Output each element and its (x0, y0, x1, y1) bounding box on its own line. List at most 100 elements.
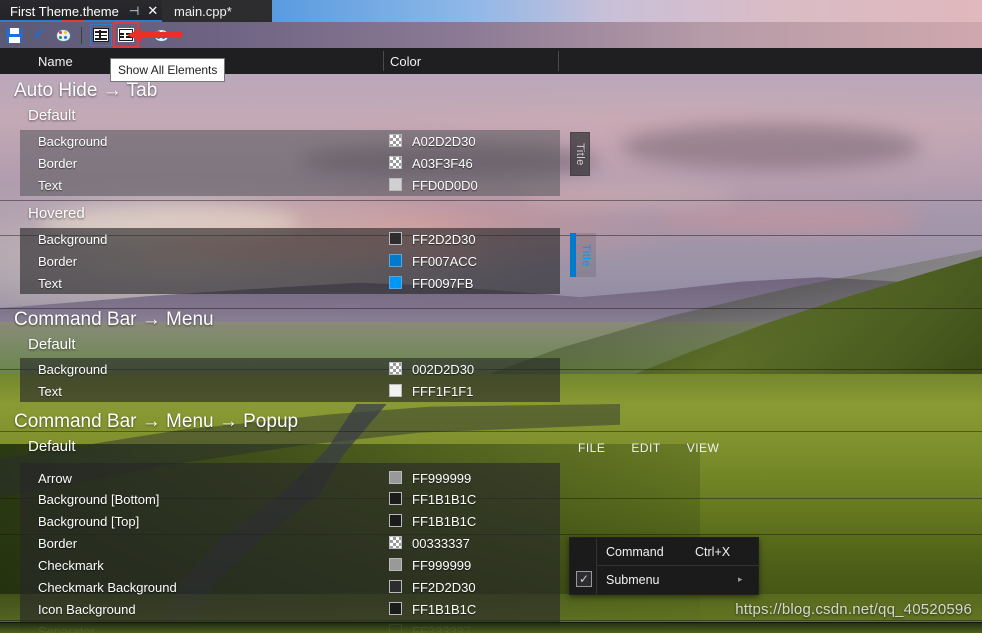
preview-popup-menu: Command Ctrl+X ✓ Submenu ▸ (569, 537, 760, 595)
preview-tab-label: Title (580, 243, 592, 267)
popup-item-label: Command (606, 544, 664, 559)
group-header[interactable]: Default (0, 333, 982, 355)
table-row[interactable]: Text FFF1F1F1 (0, 380, 982, 402)
color-swatch[interactable] (389, 471, 402, 484)
color-swatch[interactable] (389, 134, 402, 147)
group-header[interactable]: Hovered (0, 202, 982, 224)
column-header-name[interactable]: Name (38, 48, 73, 74)
table-row[interactable]: Border 00333337 (0, 532, 982, 554)
element-name: Background [Bottom] (38, 491, 160, 507)
section-header[interactable]: Command Bar → Menu (0, 307, 982, 333)
color-value: FF1B1B1C (412, 513, 477, 529)
popup-item-label: Submenu (606, 572, 660, 587)
grid-view-icon (118, 28, 134, 42)
preview-command-bar-menu: FILE EDIT VIEW (578, 438, 719, 458)
tab-label: First Theme.theme (10, 3, 119, 19)
element-name: Icon Background (38, 601, 136, 617)
secondary-palette-button[interactable] (151, 24, 173, 46)
toolbar-separator (81, 26, 82, 44)
menu-item-edit[interactable]: EDIT (631, 441, 660, 455)
menu-item-file[interactable]: FILE (578, 441, 605, 455)
theme-elements-list: Auto Hide → Tab Default Background A02D2… (0, 74, 982, 633)
element-name: Text (38, 275, 62, 291)
tab-main-cpp[interactable]: main.cpp* (162, 0, 272, 22)
table-row[interactable]: Border FF007ACC (0, 250, 982, 272)
element-name: Background (38, 133, 108, 149)
column-divider[interactable] (558, 51, 559, 71)
window-bottom-edge (0, 622, 982, 633)
checkmark-icon[interactable]: ✓ (576, 571, 592, 587)
preview-tab-accent-bar (570, 233, 576, 277)
table-row[interactable]: Background 002D2D30 (0, 358, 982, 380)
color-swatch[interactable] (389, 178, 402, 191)
element-name: Border (38, 155, 78, 171)
color-value: FF007ACC (412, 253, 478, 269)
color-swatch[interactable] (389, 254, 402, 267)
element-name: Background (38, 231, 108, 247)
save-button[interactable] (3, 24, 25, 46)
preview-autohide-tab-hovered: Title (570, 233, 596, 277)
color-swatch[interactable] (389, 362, 402, 375)
theme-editor-window: First Theme.theme ⊣ ✕ main.cpp* ✓ Name C… (0, 0, 982, 633)
show-list-button[interactable] (90, 24, 112, 46)
color-value: FFF1F1F1 (412, 383, 474, 399)
popup-menu-item-command[interactable]: Command Ctrl+X (570, 538, 760, 565)
color-value: A03F3F46 (412, 155, 473, 171)
color-value: FF1B1B1C (412, 491, 477, 507)
element-name: Text (38, 383, 62, 399)
table-row[interactable]: Background FF2D2D30 (0, 228, 982, 250)
color-swatch[interactable] (389, 384, 402, 397)
color-swatch[interactable] (389, 514, 402, 527)
column-divider[interactable] (383, 51, 384, 71)
color-swatch[interactable] (389, 492, 402, 505)
checkmark-icon: ✓ (32, 25, 46, 43)
table-row[interactable]: Background [Top] FF1B1B1C (0, 510, 982, 532)
color-swatch[interactable] (389, 558, 402, 571)
watermark: https://blog.csdn.net/qq_40520596 (735, 601, 972, 618)
color-swatch[interactable] (389, 232, 402, 245)
table-row[interactable]: Text FF0097FB (0, 272, 982, 294)
floppy-disk-icon (6, 27, 22, 43)
column-header-color[interactable]: Color (390, 48, 421, 74)
preview-autohide-tab-default: Title (570, 132, 590, 176)
color-value: FF0097FB (412, 275, 474, 291)
color-swatch[interactable] (389, 536, 402, 549)
color-swatch[interactable] (389, 156, 402, 169)
validate-button[interactable]: ✓ (28, 24, 50, 46)
color-swatch[interactable] (389, 580, 402, 593)
element-name: Arrow (38, 470, 72, 486)
element-name: Border (38, 535, 78, 551)
table-row[interactable]: Arrow FF999999 (0, 467, 982, 489)
popup-item-shortcut: Ctrl+X (695, 544, 731, 559)
table-row[interactable]: Checkmark Background FF2D2D30 (0, 576, 982, 598)
palette-button[interactable] (53, 24, 75, 46)
color-value: A02D2D30 (412, 133, 476, 149)
tab-strip: First Theme.theme ⊣ ✕ main.cpp* (0, 0, 982, 22)
show-all-elements-button[interactable] (113, 22, 139, 48)
element-name: Border (38, 253, 78, 269)
element-name: Background (38, 361, 108, 377)
color-swatch[interactable] (389, 276, 402, 289)
table-row[interactable]: Border A03F3F46 (0, 152, 982, 174)
color-value: FF999999 (412, 557, 472, 573)
table-row[interactable]: Text FFD0D0D0 (0, 174, 982, 196)
group-header[interactable]: Default (0, 104, 982, 126)
tab-first-theme[interactable]: First Theme.theme ⊣ ✕ (0, 0, 162, 22)
close-icon[interactable]: ✕ (147, 3, 158, 19)
element-name: Text (38, 177, 62, 193)
color-value: FF2D2D30 (412, 231, 476, 247)
pin-icon[interactable]: ⊣ (129, 4, 139, 18)
group-header[interactable]: Default (0, 435, 982, 457)
popup-menu-item-submenu[interactable]: ✓ Submenu ▸ (570, 566, 760, 593)
table-row[interactable]: Background A02D2D30 (0, 130, 982, 152)
section-header[interactable]: Command Bar → Menu → Popup (0, 409, 982, 435)
table-row[interactable]: Background [Bottom] FF1B1B1C (0, 488, 982, 510)
color-value: FF2D2D30 (412, 579, 476, 595)
color-value: FFD0D0D0 (412, 177, 478, 193)
palette-icon (56, 28, 72, 43)
table-row[interactable]: Checkmark FF999999 (0, 554, 982, 576)
preview-tab-label: Title (574, 142, 586, 166)
color-swatch[interactable] (389, 602, 402, 615)
chevron-right-icon: ▸ (738, 574, 743, 584)
menu-item-view[interactable]: VIEW (687, 441, 720, 455)
